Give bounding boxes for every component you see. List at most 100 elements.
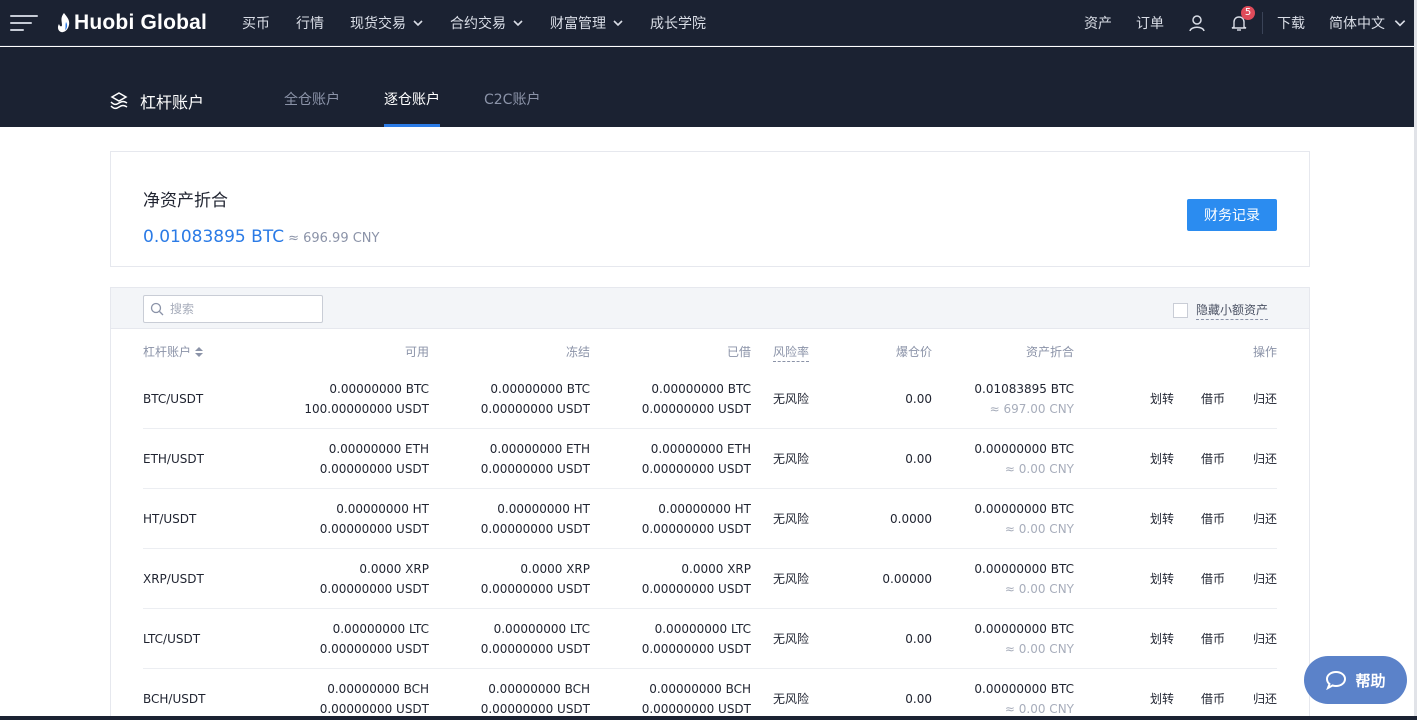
user-icon[interactable] bbox=[1188, 14, 1206, 32]
language-label: 简体中文 bbox=[1329, 16, 1385, 32]
nav-label: 成长学院 bbox=[650, 16, 706, 32]
borrow-link[interactable]: 借币 bbox=[1201, 449, 1225, 469]
col-asset-value: 资产折合 bbox=[1025, 345, 1074, 359]
notification-badge: 5 bbox=[1241, 6, 1255, 20]
borrow-link[interactable]: 借币 bbox=[1201, 689, 1225, 709]
search-icon bbox=[150, 302, 164, 316]
col-available: 可用 bbox=[404, 345, 429, 359]
asset-value-btc: 0.01083895 BTC bbox=[974, 382, 1074, 396]
available-base: 0.00000000 ETH bbox=[328, 442, 429, 456]
col-liquidation-price: 爆仓价 bbox=[895, 345, 932, 359]
borrowed-base: 0.00000000 HT bbox=[658, 502, 751, 516]
transfer-link[interactable]: 划转 bbox=[1150, 449, 1174, 469]
borrowed-quote: 0.00000000 USDT bbox=[641, 462, 751, 476]
top-navbar: Huobi Global 买币 行情 现货交易 合约交易 财富管理 成长学院 资… bbox=[0, 0, 1417, 46]
liquidation-price: 0.00000 bbox=[882, 572, 932, 586]
frozen-base: 0.00000000 BTC bbox=[490, 382, 590, 396]
nav-label: 财富管理 bbox=[550, 16, 606, 32]
available-base: 0.00000000 HT bbox=[336, 502, 429, 516]
hide-small-checkbox[interactable] bbox=[1173, 303, 1188, 318]
borrow-link[interactable]: 借币 bbox=[1201, 629, 1225, 649]
col-borrowed: 已借 bbox=[726, 345, 751, 359]
available-base: 0.00000000 BTC bbox=[329, 382, 429, 396]
tab-isolated-margin[interactable]: 逐仓账户 bbox=[384, 89, 440, 127]
pair-name: LTC/USDT bbox=[143, 632, 201, 646]
asset-value-btc: 0.00000000 BTC bbox=[974, 562, 1074, 576]
available-base: 0.00000000 LTC bbox=[332, 622, 429, 636]
repay-link[interactable]: 归还 bbox=[1253, 449, 1277, 469]
logo[interactable]: Huobi Global bbox=[56, 10, 207, 36]
tab-c2c[interactable]: C2C账户 bbox=[484, 89, 540, 127]
frozen-quote: 0.00000000 USDT bbox=[480, 402, 590, 416]
margin-account-icon bbox=[110, 92, 128, 110]
chevron-down-icon bbox=[1394, 20, 1406, 27]
nav-wealth-management[interactable]: 财富管理 bbox=[550, 13, 624, 33]
col-pair[interactable]: 杠杆账户 bbox=[143, 343, 204, 360]
table-row: ETH/USDT 0.00000000 ETH 0.00000000 USDT 0.0… bbox=[143, 429, 1277, 489]
transfer-link[interactable]: 划转 bbox=[1150, 509, 1174, 529]
search-box[interactable] bbox=[143, 295, 323, 323]
bottom-edge bbox=[0, 716, 1417, 720]
asset-value-cny: ≈ 0.00 CNY bbox=[1004, 462, 1074, 476]
table-row: BCH/USDT 0.00000000 BCH 0.00000000 USDT 0.0… bbox=[143, 669, 1277, 720]
net-asset-heading: 净资产折合 bbox=[143, 191, 228, 211]
help-button[interactable]: 帮助 bbox=[1304, 656, 1407, 704]
repay-link[interactable]: 归还 bbox=[1253, 389, 1277, 409]
transfer-link[interactable]: 划转 bbox=[1150, 569, 1174, 589]
account-header: 杠杆账户 全仓账户 逐仓账户 C2C账户 bbox=[0, 47, 1417, 127]
chat-bubble-icon bbox=[1326, 670, 1347, 690]
available-base: 0.0000 XRP bbox=[359, 562, 429, 576]
nav-buy-crypto[interactable]: 买币 bbox=[242, 13, 270, 33]
financial-records-button[interactable]: 财务记录 bbox=[1187, 199, 1277, 231]
borrowed-quote: 0.00000000 USDT bbox=[641, 582, 751, 596]
page-title: 杠杆账户 bbox=[108, 89, 204, 113]
pair-name: HT/USDT bbox=[143, 512, 197, 526]
nav-label: 合约交易 bbox=[450, 16, 506, 32]
nav-download[interactable]: 下载 bbox=[1277, 13, 1305, 33]
divider bbox=[1262, 12, 1263, 34]
nav-label: 买币 bbox=[242, 16, 270, 32]
tab-cross-margin[interactable]: 全仓账户 bbox=[284, 89, 340, 127]
liquidation-price: 0.00 bbox=[905, 632, 932, 646]
borrow-link[interactable]: 借币 bbox=[1201, 569, 1225, 589]
table-row: BTC/USDT 0.00000000 BTC 100.00000000 USDT 0… bbox=[143, 369, 1277, 429]
repay-link[interactable]: 归还 bbox=[1253, 629, 1277, 649]
frozen-base: 0.00000000 ETH bbox=[489, 442, 590, 456]
net-asset-cny: ≈ 696.99 CNY bbox=[288, 231, 380, 246]
col-risk[interactable]: 风险率 bbox=[773, 343, 810, 362]
available-quote: 100.00000000 USDT bbox=[304, 402, 429, 416]
language-select[interactable]: 简体中文 bbox=[1329, 13, 1407, 33]
transfer-link[interactable]: 划转 bbox=[1150, 689, 1174, 709]
repay-link[interactable]: 归还 bbox=[1253, 689, 1277, 709]
pair-name: BTC/USDT bbox=[143, 392, 204, 406]
chevron-down-icon bbox=[413, 20, 423, 27]
sort-icon bbox=[195, 346, 204, 357]
chevron-down-icon bbox=[613, 20, 623, 27]
right-nav: 资产 订单 5 下载 简体中文 bbox=[1060, 0, 1407, 46]
nav-spot-trading[interactable]: 现货交易 bbox=[350, 13, 424, 33]
asset-value-cny: ≈ 697.00 CNY bbox=[989, 402, 1074, 416]
liquidation-price: 0.00 bbox=[905, 452, 932, 466]
nav-assets[interactable]: 资产 bbox=[1084, 13, 1112, 33]
borrow-link[interactable]: 借币 bbox=[1201, 389, 1225, 409]
asset-value-btc: 0.00000000 BTC bbox=[974, 682, 1074, 696]
pair-name: ETH/USDT bbox=[143, 452, 204, 466]
nav-contract-trading[interactable]: 合约交易 bbox=[450, 13, 524, 33]
repay-link[interactable]: 归还 bbox=[1253, 509, 1277, 529]
nav-label: 现货交易 bbox=[350, 16, 406, 32]
col-frozen: 冻结 bbox=[565, 345, 590, 359]
nav-academy[interactable]: 成长学院 bbox=[650, 13, 706, 33]
borrow-link[interactable]: 借币 bbox=[1201, 509, 1225, 529]
transfer-link[interactable]: 划转 bbox=[1150, 629, 1174, 649]
search-input[interactable] bbox=[170, 302, 310, 316]
nav-markets[interactable]: 行情 bbox=[296, 13, 324, 33]
repay-link[interactable]: 归还 bbox=[1253, 569, 1277, 589]
menu-icon[interactable] bbox=[10, 13, 38, 33]
hide-small-assets[interactable]: 隐藏小额资产 bbox=[1173, 301, 1269, 320]
transfer-link[interactable]: 划转 bbox=[1150, 389, 1174, 409]
pair-name: BCH/USDT bbox=[143, 692, 206, 706]
available-quote: 0.00000000 USDT bbox=[319, 522, 429, 536]
nav-orders[interactable]: 订单 bbox=[1136, 13, 1164, 33]
notifications-button[interactable]: 5 bbox=[1230, 6, 1255, 32]
risk-rate: 无风险 bbox=[773, 452, 810, 466]
